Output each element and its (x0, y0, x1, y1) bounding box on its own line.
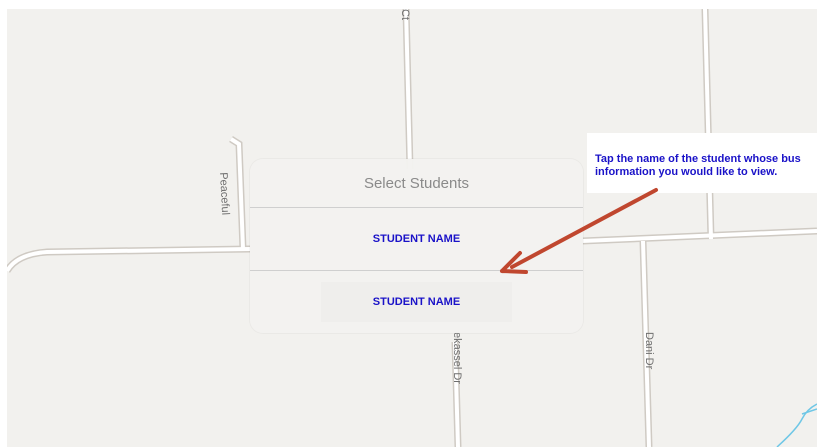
street-label-kassel: ekassel Dr (451, 332, 463, 384)
student-option-2[interactable]: STUDENT NAME (250, 271, 583, 333)
street-label-top: Ct (399, 9, 411, 20)
street-label-dani: Dani Dr (643, 332, 655, 370)
street-label-peaceful: Peaceful (217, 172, 232, 216)
student-option-1[interactable]: STUDENT NAME (250, 208, 583, 271)
select-students-dialog: Select Students STUDENT NAME STUDENT NAM… (250, 159, 583, 333)
student-option-label: STUDENT NAME (372, 233, 461, 245)
instruction-callout: Tap the name of the student whose bus in… (587, 133, 817, 193)
student-option-label: STUDENT NAME (320, 282, 513, 322)
dialog-title: Select Students (250, 159, 583, 208)
instruction-text: Tap the name of the student whose bus in… (595, 153, 801, 178)
